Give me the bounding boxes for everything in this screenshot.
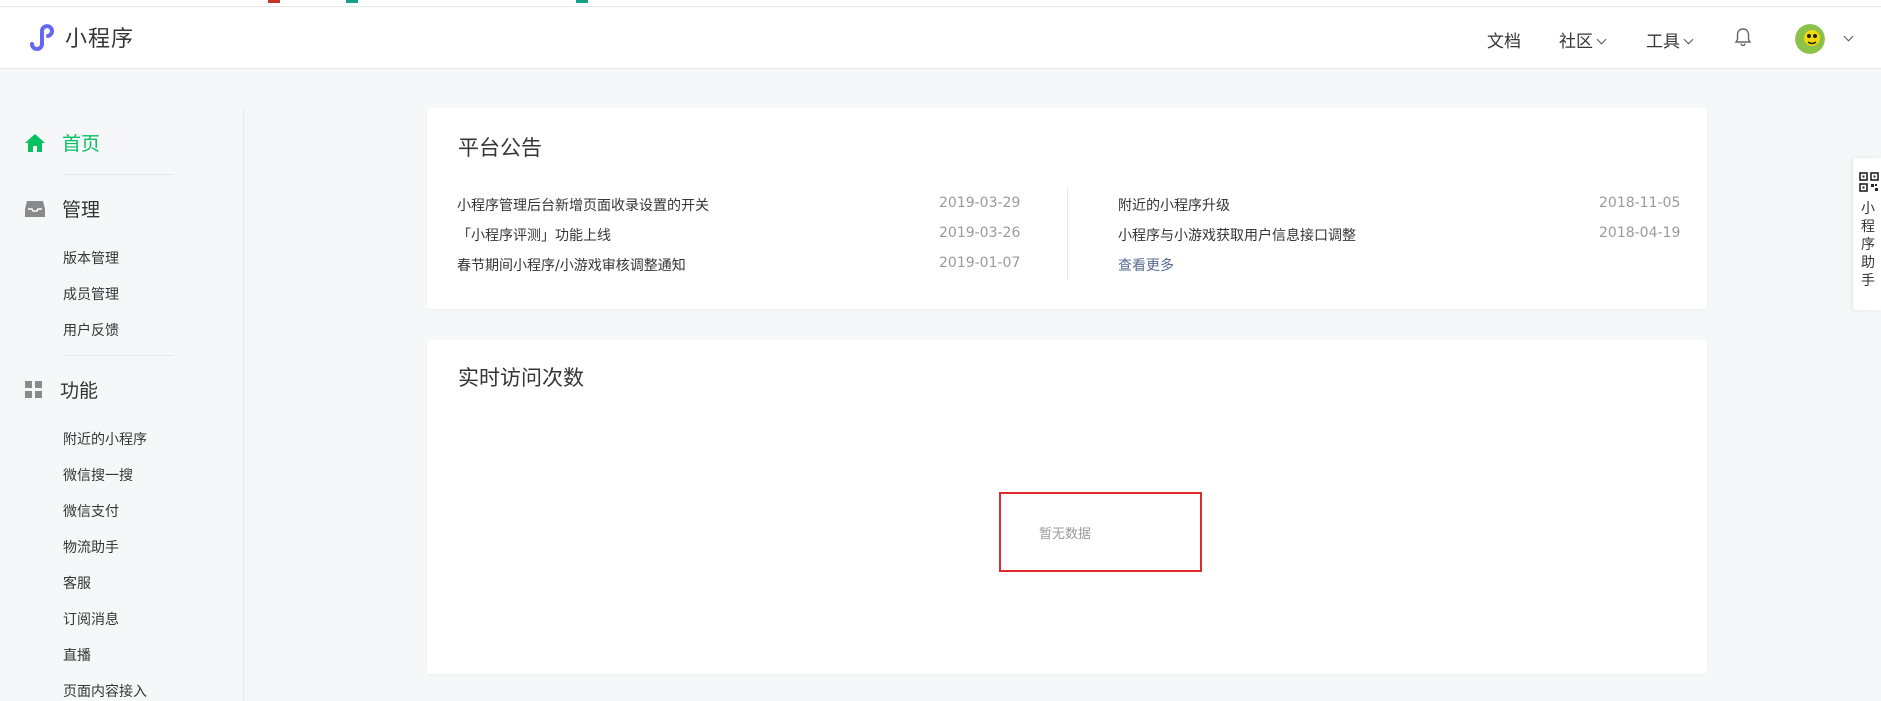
sidebar-item-feedback[interactable]: 用户反馈 [63, 320, 119, 340]
announcement-date: 2019-03-29 [939, 195, 1021, 211]
empty-state-text: 暂无数据 [1039, 527, 1092, 542]
helper-label: 小程序助手 [1861, 201, 1875, 289]
top-header: 小程序 文档 社区 工具 [0, 7, 1881, 69]
chevron-down-icon [1683, 34, 1694, 45]
highlight-box [999, 492, 1202, 572]
miniprogram-logo-icon [30, 24, 54, 51]
inbox-icon [25, 200, 45, 217]
nav-docs[interactable]: 文档 [1487, 27, 1521, 52]
avatar[interactable] [1795, 24, 1825, 54]
home-icon [25, 133, 45, 152]
sidebar-home-label: 首页 [62, 133, 101, 155]
sidebar-manage-label: 管理 [62, 199, 101, 221]
sidebar-item-pay[interactable]: 微信支付 [63, 501, 119, 521]
announcement-card: 平台公告 小程序管理后台新增页面收录设置的开关 2019-03-29 「小程序评… [427, 108, 1707, 309]
qr-code-icon [1859, 172, 1879, 192]
nav-tools-label: 工具 [1646, 32, 1680, 52]
sidebar-item-nearby[interactable]: 附近的小程序 [63, 429, 147, 449]
chevron-down-icon[interactable] [1843, 31, 1854, 42]
announcement-date: 2019-03-26 [939, 225, 1021, 241]
announcement-item[interactable]: 小程序与小游戏获取用户信息接口调整 [1118, 225, 1356, 245]
view-more-link[interactable]: 查看更多 [1118, 255, 1174, 275]
announcement-date: 2019-01-07 [939, 255, 1021, 271]
sidebar-section-manage[interactable]: 管理 [24, 195, 100, 222]
miniprogram-helper-tab[interactable]: 小程序助手 [1853, 158, 1881, 310]
realtime-title: 实时访问次数 [458, 366, 584, 390]
nav-community-label: 社区 [1559, 32, 1593, 52]
divider [63, 174, 174, 175]
sidebar-item-subscribe[interactable]: 订阅消息 [63, 609, 119, 629]
announcement-item[interactable]: 附近的小程序升级 [1118, 195, 1230, 215]
sidebar-item-live[interactable]: 直播 [63, 645, 91, 665]
announcement-item[interactable]: 「小程序评测」功能上线 [457, 225, 611, 245]
announcement-item[interactable]: 春节期间小程序/小游戏审核调整通知 [457, 255, 686, 275]
app-title: 小程序 [65, 27, 135, 52]
grid-icon [25, 380, 42, 398]
column-divider [1067, 188, 1068, 280]
bell-icon[interactable] [1734, 27, 1752, 47]
sidebar: 首页 管理 版本管理 成员管理 用户反馈 功能 附近的小程序 微信搜一搜 微信支… [0, 69, 243, 701]
chevron-down-icon [1596, 34, 1607, 45]
announcement-date: 2018-04-19 [1599, 225, 1681, 241]
sidebar-item-service[interactable]: 客服 [63, 573, 91, 593]
sidebar-item-members[interactable]: 成员管理 [63, 284, 119, 304]
app-logo[interactable]: 小程序 [26, 21, 134, 53]
announcement-date: 2018-11-05 [1599, 195, 1681, 211]
sidebar-features-label: 功能 [60, 380, 99, 402]
sidebar-item-home[interactable]: 首页 [24, 129, 100, 156]
sidebar-section-features[interactable]: 功能 [24, 376, 98, 403]
browser-top-strip [0, 0, 1881, 7]
divider [63, 355, 174, 356]
announcement-title: 平台公告 [458, 136, 542, 160]
sidebar-item-logistics[interactable]: 物流助手 [63, 537, 119, 557]
nav-tools[interactable]: 工具 [1646, 27, 1694, 52]
sidebar-border [243, 110, 244, 701]
sidebar-item-version[interactable]: 版本管理 [63, 248, 119, 268]
nav-community[interactable]: 社区 [1559, 27, 1607, 52]
sidebar-item-content[interactable]: 页面内容接入 [63, 681, 147, 701]
sidebar-item-search[interactable]: 微信搜一搜 [63, 465, 133, 485]
announcement-item[interactable]: 小程序管理后台新增页面收录设置的开关 [457, 195, 709, 215]
